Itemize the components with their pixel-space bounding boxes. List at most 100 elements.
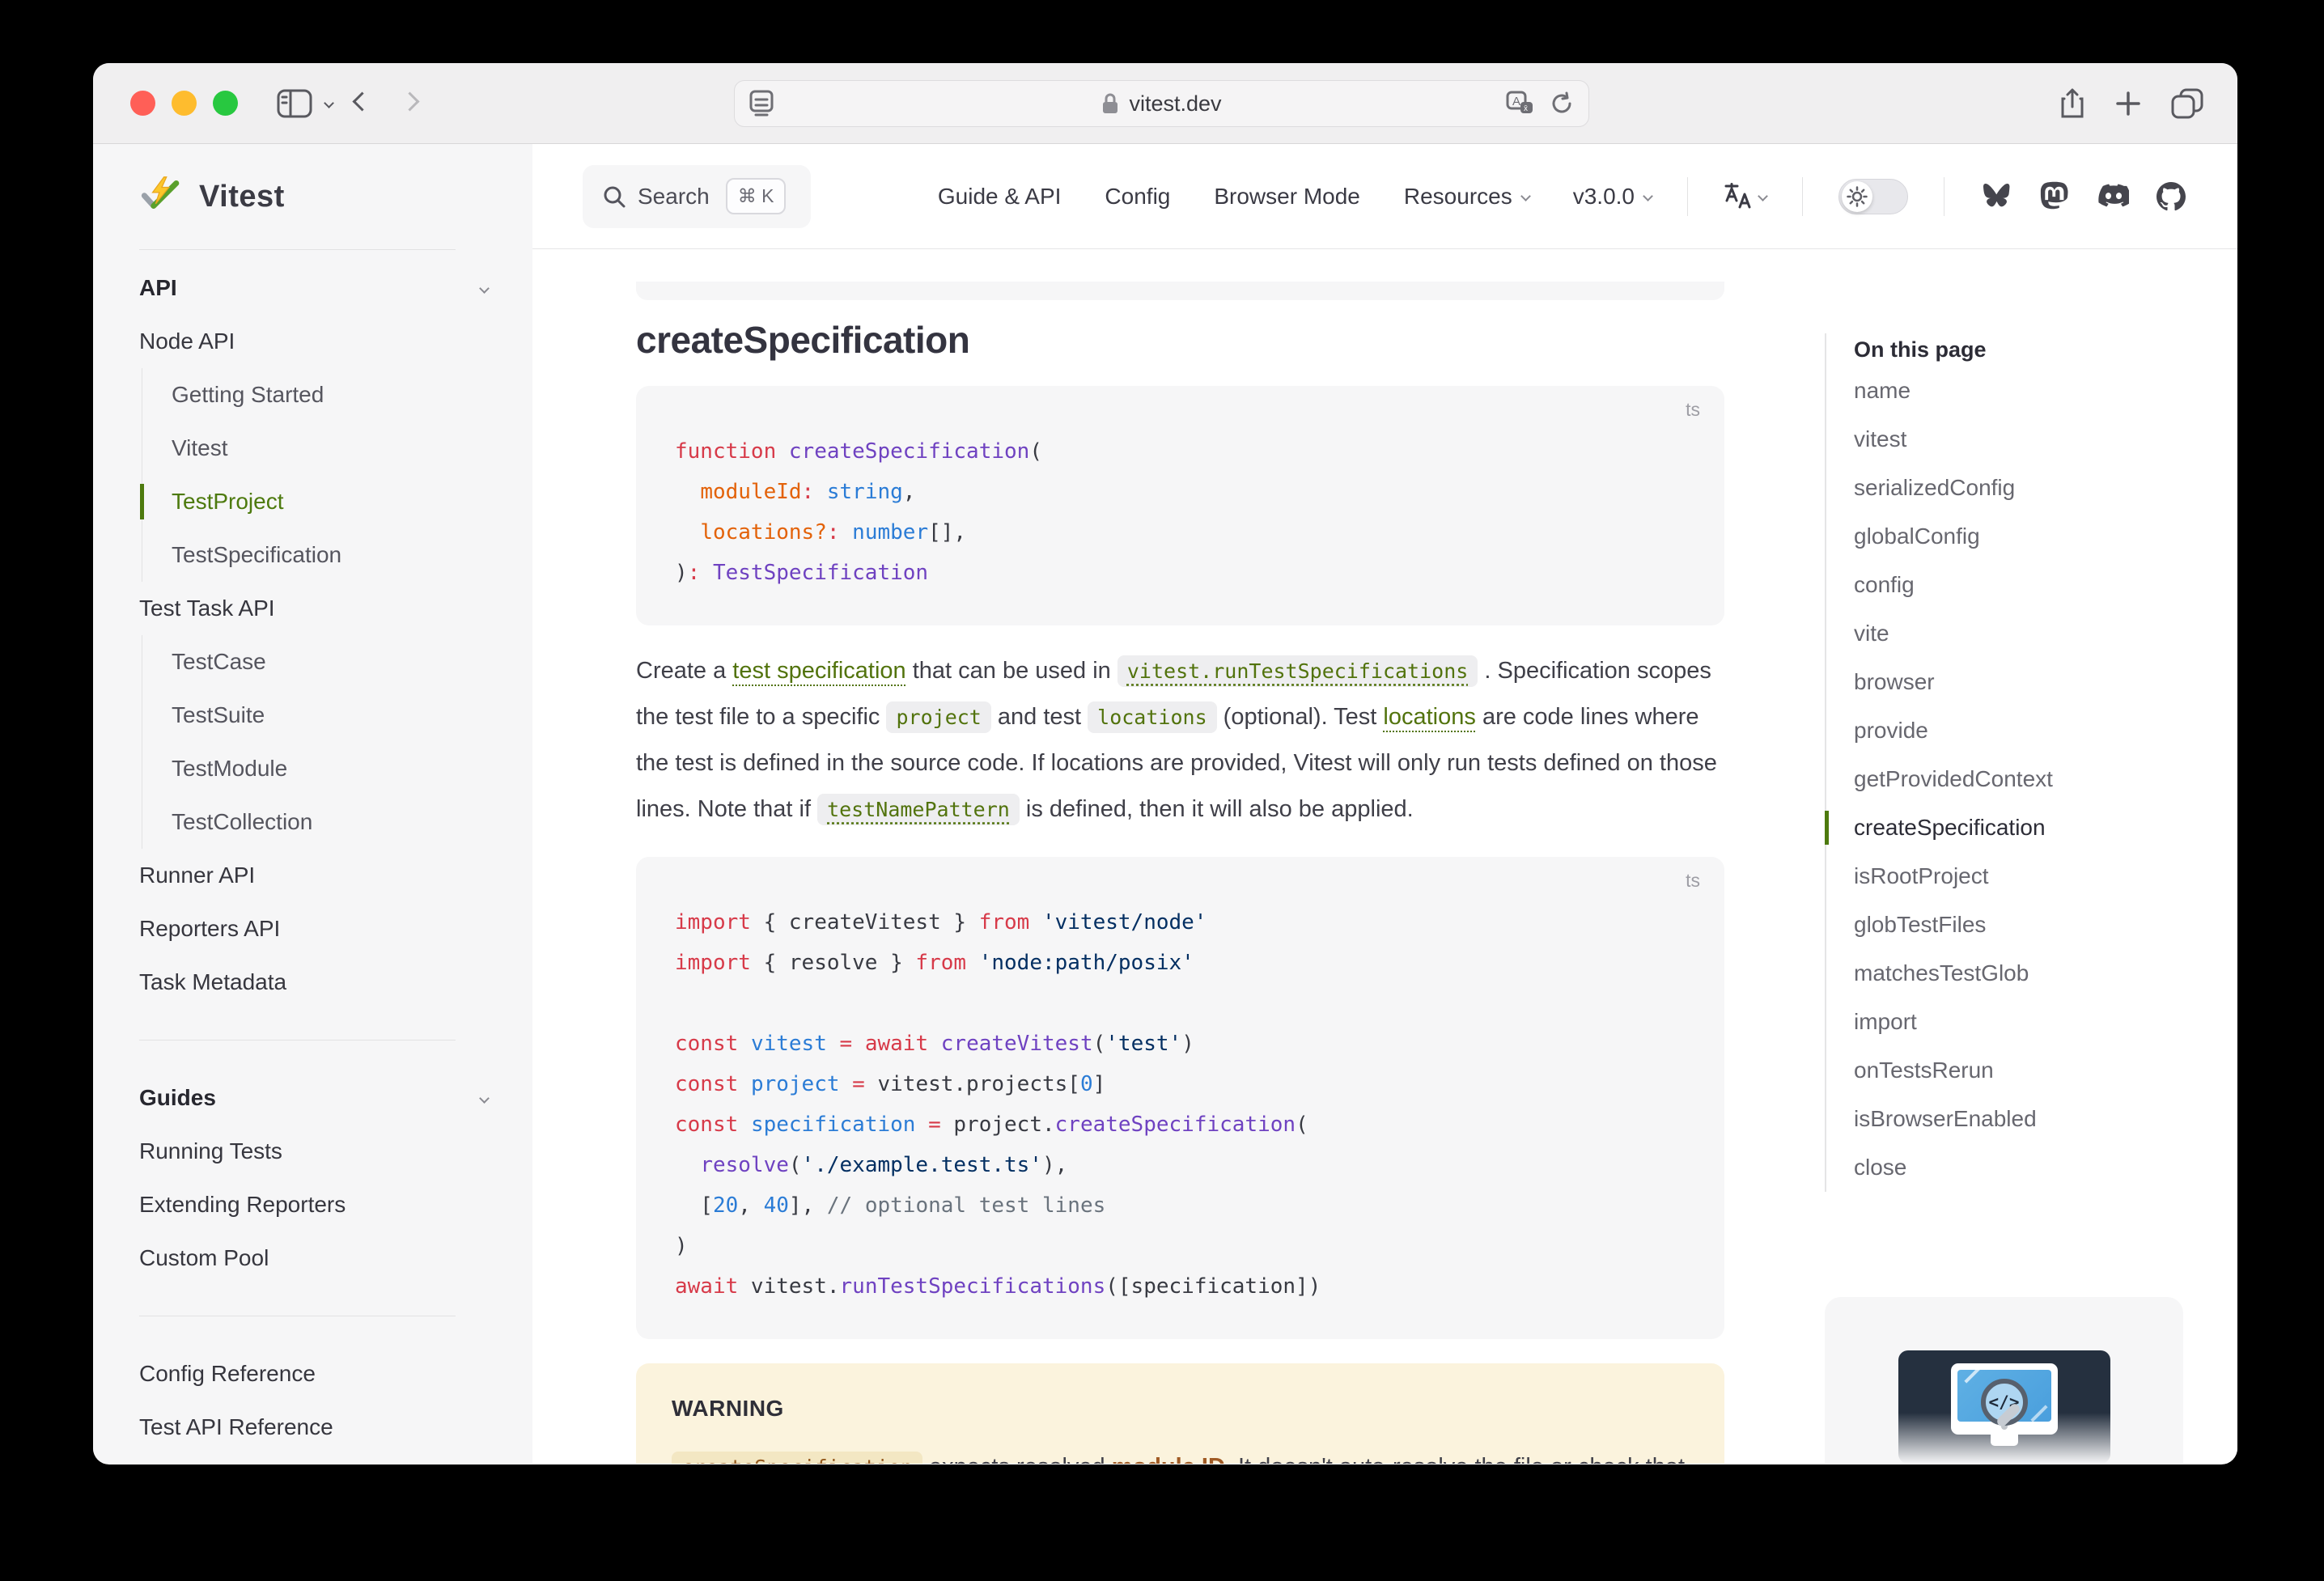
close-window-button[interactable] (130, 91, 155, 116)
sun-icon (1847, 186, 1868, 207)
description-paragraph: Create a test specification that can be … (636, 648, 1724, 833)
sidebar-item-guides[interactable]: Guides (93, 1071, 532, 1125)
search-button[interactable]: Search ⌘ K (583, 165, 811, 228)
share-icon[interactable] (2059, 87, 2085, 120)
text-run: and test (991, 704, 1088, 730)
toc-item-provide[interactable]: provide (1854, 706, 2213, 755)
inline-link[interactable]: locations (1383, 704, 1475, 730)
svg-text:x̄: x̄ (1524, 104, 1528, 113)
bluesky-icon[interactable] (1982, 183, 2012, 210)
url-text[interactable]: vitest.dev (1129, 91, 1221, 117)
code-language-label: ts (1686, 870, 1700, 892)
inline-code-link[interactable]: vitest.runTestSpecifications (1117, 655, 1478, 687)
reload-icon[interactable] (1550, 91, 1574, 116)
tab-overview-icon[interactable] (2171, 88, 2203, 119)
window-controls (130, 91, 238, 116)
text-run: that can be used in (906, 658, 1117, 684)
address-bar[interactable]: vitest.dev Ax̄ (734, 80, 1589, 127)
sidebar-item-running-tests[interactable]: Running Tests (93, 1125, 532, 1178)
sidebar-item-test-task-api[interactable]: Test Task API (93, 582, 532, 635)
toc-item-globalconfig[interactable]: globalConfig (1854, 512, 2213, 561)
back-button[interactable] (344, 87, 380, 121)
toc-item-ontestsrerun[interactable]: onTestsRerun (1854, 1046, 2213, 1095)
toc-item-createspecification[interactable]: createSpecification (1854, 803, 2213, 852)
text-run: Create a (636, 658, 732, 684)
sidebar-item-vitest[interactable]: Vitest (142, 422, 532, 475)
site-title[interactable]: Vitest (199, 180, 285, 214)
toc-item-matchestestglob[interactable]: matchesTestGlob (1854, 949, 2213, 998)
code-block-example[interactable]: ts import { createVitest } from 'vitest/… (636, 857, 1724, 1339)
toc-item-browser[interactable]: browser (1854, 658, 2213, 706)
code-language-label: ts (1686, 399, 1700, 421)
search-icon (602, 184, 626, 209)
search-shortcut: ⌘ K (726, 178, 787, 214)
sidebar-toggle-icon[interactable] (277, 89, 312, 118)
sidebar-item-testcase[interactable]: TestCase (142, 635, 532, 689)
toc-item-config[interactable]: config (1854, 561, 2213, 609)
sponsor-ad-card[interactable]: </> (1825, 1297, 2183, 1464)
mastodon-icon[interactable] (2040, 181, 2069, 212)
page-title: createSpecification (636, 318, 1724, 362)
top-navbar: Search ⌘ K Guide & API Config Browser Mode… (532, 144, 2237, 249)
sidebar-item-testmodule[interactable]: TestModule (142, 742, 532, 795)
text-run: is defined, then it will also be applied… (1020, 796, 1414, 822)
sidebar-item-testsuite[interactable]: TestSuite (142, 689, 532, 742)
theme-toggle[interactable] (1838, 179, 1908, 214)
code-search-illustration: </> (1898, 1350, 2110, 1464)
toc-item-globtestfiles[interactable]: globTestFiles (1854, 901, 2213, 949)
sidebar-item-testcollection[interactable]: TestCollection (142, 795, 532, 849)
toc-item-getprovidedcontext[interactable]: getProvidedContext (1854, 755, 2213, 803)
code-block-signature[interactable]: ts function createSpecification( moduleI… (636, 386, 1724, 625)
inline-link[interactable]: test specification (732, 658, 905, 684)
toc-item-name[interactable]: name (1854, 367, 2213, 415)
discord-icon[interactable] (2097, 184, 2129, 210)
toc-item-isbrowserenabled[interactable]: isBrowserEnabled (1854, 1095, 2213, 1143)
nav-resources-dropdown[interactable]: Resources (1404, 184, 1529, 210)
sidebar-nav: APINode APIGetting StartedVitestTestProj… (93, 250, 532, 1454)
zoom-window-button[interactable] (213, 91, 238, 116)
sidebar-item-node-api[interactable]: Node API (93, 315, 532, 368)
nav-link-config[interactable]: Config (1105, 184, 1170, 210)
translate-icon[interactable]: Ax̄ (1506, 91, 1535, 117)
sidebar-item-testspecification[interactable]: TestSpecification (142, 528, 532, 582)
nav-link-guide-api[interactable]: Guide & API (938, 184, 1062, 210)
doc-sidebar: Vitest APINode APIGetting StartedVitestT… (93, 144, 532, 1464)
inline-code-link[interactable]: testNamePattern (817, 794, 1020, 825)
text-run: expects resolved (922, 1454, 1112, 1464)
inline-code: locations (1088, 701, 1216, 733)
warning-callout: WARNING createSpecification expects reso… (636, 1363, 1724, 1464)
on-this-page-aside: On this page namevitestserializedConfigg… (1825, 249, 2213, 1192)
toc-item-vitest[interactable]: vitest (1854, 415, 2213, 464)
new-tab-icon[interactable] (2114, 90, 2142, 117)
vitest-logo-icon[interactable] (139, 176, 184, 218)
language-dropdown[interactable] (1724, 183, 1766, 210)
nav-version-dropdown[interactable]: v3.0.0 (1573, 184, 1652, 210)
toc-item-vite[interactable]: vite (1854, 609, 2213, 658)
forward-button[interactable] (392, 87, 428, 121)
github-icon[interactable] (2156, 182, 2186, 211)
toc-item-isrootproject[interactable]: isRootProject (1854, 852, 2213, 901)
sidebar-item-getting-started[interactable]: Getting Started (142, 368, 532, 422)
sidebar-item-runner-api[interactable]: Runner API (93, 849, 532, 902)
sidebar-item-custom-pool[interactable]: Custom Pool (93, 1231, 532, 1285)
sidebar-item-config-reference[interactable]: Config Reference (93, 1347, 532, 1401)
minimize-window-button[interactable] (172, 91, 197, 116)
sidebar-item-api[interactable]: API (93, 261, 532, 315)
translate-language-icon (1724, 183, 1751, 210)
inline-link[interactable]: module ID (1112, 1454, 1225, 1464)
sidebar-menu-chevron-icon[interactable] (324, 98, 334, 108)
toc-item-serializedconfig[interactable]: serializedConfig (1854, 464, 2213, 512)
sidebar-item-task-metadata[interactable]: Task Metadata (93, 956, 532, 1009)
nav-link-browser-mode[interactable]: Browser Mode (1214, 184, 1360, 210)
sidebar-item-extending-reporters[interactable]: Extending Reporters (93, 1178, 532, 1231)
warning-body: createSpecification expects resolved mod… (672, 1444, 1689, 1464)
browser-toolbar: vitest.dev Ax̄ (93, 63, 2237, 144)
sidebar-item-testproject[interactable]: TestProject (142, 475, 532, 528)
warning-title: WARNING (672, 1396, 1689, 1422)
toc-item-close[interactable]: close (1854, 1143, 2213, 1192)
sidebar-item-reporters-api[interactable]: Reporters API (93, 902, 532, 956)
toc-title: On this page (1854, 333, 2213, 366)
sidebar-item-test-api-reference[interactable]: Test API Reference (93, 1401, 532, 1454)
inline-code: createSpecification (672, 1452, 922, 1464)
toc-item-import[interactable]: import (1854, 998, 2213, 1046)
